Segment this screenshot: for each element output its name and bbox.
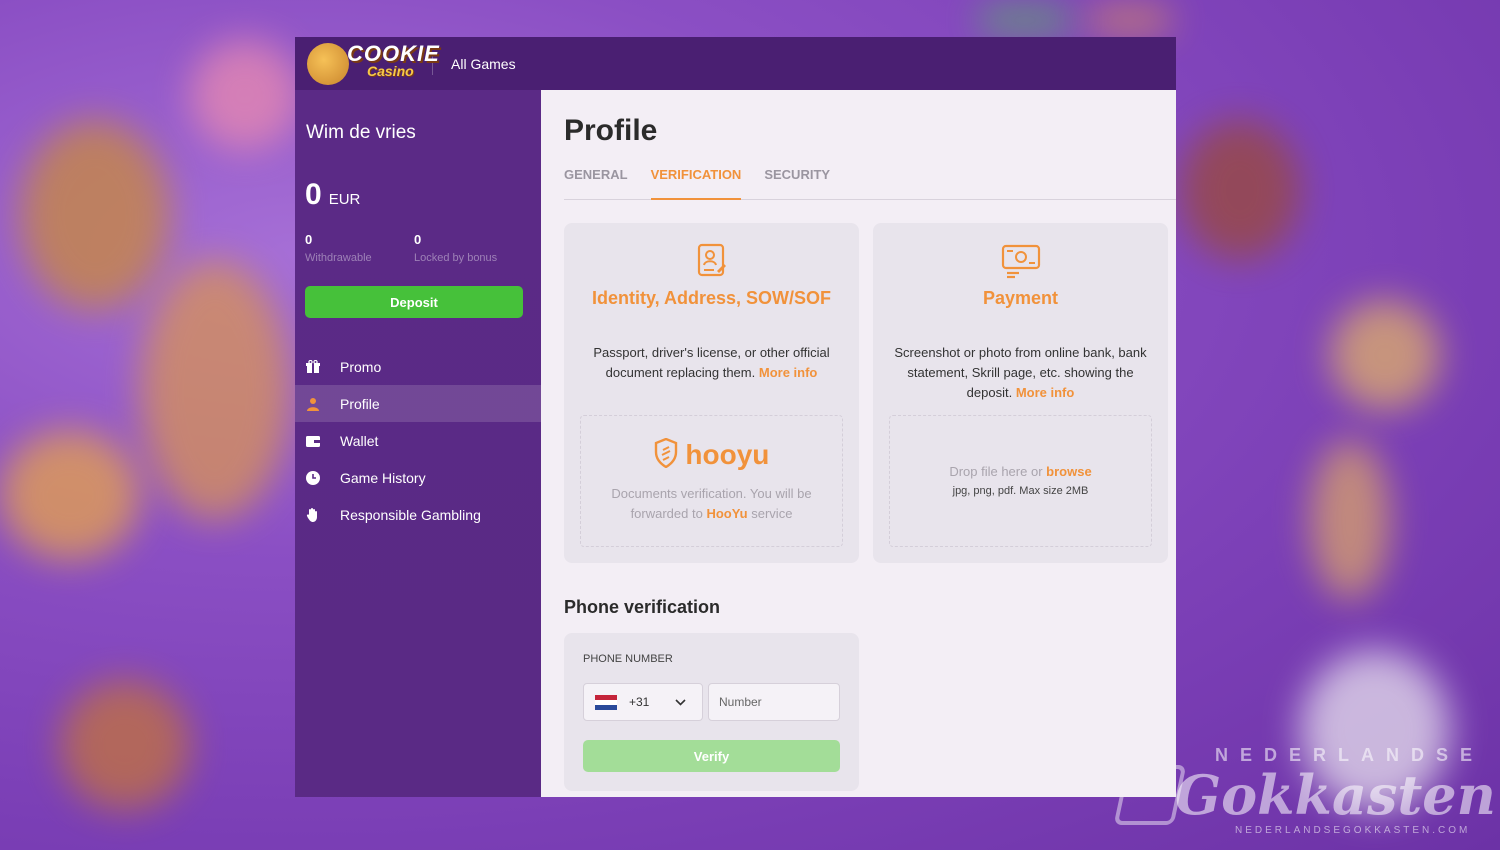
drop-text-label: Drop file here or [949,464,1043,479]
payment-more-info-link[interactable]: More info [1016,385,1075,400]
identity-more-info-link[interactable]: More info [759,365,818,380]
sidebar-item-label: Wallet [340,432,379,449]
tab-general[interactable]: GENERAL [564,167,628,200]
watermark-bottom: NEDERLANDSEGOKKASTEN.COM [1235,825,1471,836]
sidebar-item-promo[interactable]: Promo [295,348,541,385]
user-icon [306,397,320,411]
logo-sub: Casino [367,63,414,79]
hooyu-desc: Documents verification. You will be forw… [591,484,832,524]
phone-number-input[interactable] [708,683,840,721]
phone-verification-title: Phone verification [564,597,721,617]
bg-blur-shape [1180,120,1300,260]
page-title: Profile [564,114,658,147]
sidebar-item-game-history[interactable]: Game History [295,459,541,496]
bg-blur-shape [980,10,1070,30]
sidebar-item-label: Promo [340,358,382,375]
chevron-down-icon [675,695,686,709]
balance: 0 EUR [305,178,360,212]
sidebar-item-label: Profile [340,395,380,412]
bg-blur-shape [1090,10,1170,30]
phone-number-label: PHONE NUMBER [583,653,673,665]
bg-blur-shape [1310,440,1390,600]
main-content: Profile GENERAL VERIFICATION SECURITY Id… [541,90,1176,797]
country-code-select[interactable]: +31 [583,683,703,721]
balance-amount: 0 [305,178,322,211]
drop-text: Drop file here or browse [890,464,1151,479]
file-types-note: jpg, png, pdf. Max size 2MB [952,485,1089,497]
hooyu-link[interactable]: HooYu [706,506,747,521]
bg-blur-shape [60,680,190,810]
user-name: Wim de vries [306,122,416,143]
payment-card-title: Payment [982,288,1059,308]
locked-value: 0 [414,232,422,247]
tab-verification[interactable]: VERIFICATION [650,167,742,200]
deposit-button[interactable]: Deposit [305,286,523,318]
clock-icon [306,470,320,485]
identity-card: Identity, Address, SOW/SOF Passport, dri… [564,223,859,563]
identity-card-title: Identity, Address, SOW/SOF [591,288,832,308]
withdrawable-value: 0 [305,232,313,247]
payment-screen-icon [873,243,1168,284]
logo[interactable]: COOKIE Casino [301,37,439,90]
locked-balance: 0 Locked by bonus [414,232,497,264]
watermark-main: Gokkasten [1175,763,1496,827]
verify-button[interactable]: Verify [583,740,840,772]
wallet-icon [306,434,320,448]
hooyu-desc-2: service [751,506,793,521]
gift-icon [306,359,320,374]
browse-link[interactable]: browse [1046,464,1092,479]
hooyu-shield-icon [654,437,677,469]
app-window: COOKIE Casino All Games Wim de vries 0 E… [295,37,1176,797]
sidebar-item-label: Responsible Gambling [340,506,481,523]
dial-code: +31 [629,695,650,709]
locked-label: Locked by bonus [414,252,498,264]
tabs: GENERAL VERIFICATION SECURITY [564,167,1176,200]
sidebar-item-profile[interactable]: Profile [295,385,541,422]
hooyu-logo-text: hooyu [685,439,770,470]
phone-verification-card: PHONE NUMBER +31 Verify [564,633,859,791]
cookie-mascot-icon [307,43,349,85]
sidebar-item-label: Game History [340,469,426,486]
hooyu-box[interactable]: hooyu Documents verification. You will b… [580,415,843,547]
bg-blur-shape [140,260,290,520]
sidebar-item-responsible-gambling[interactable]: Responsible Gambling [295,496,541,533]
netherlands-flag-icon [595,694,617,710]
payment-card-desc: Screenshot or photo from online bank, ba… [893,343,1148,403]
top-bar: COOKIE Casino All Games [295,37,1176,90]
file-dropzone[interactable]: Drop file here or browse jpg, png, pdf. … [889,415,1152,547]
sidebar-item-wallet[interactable]: Wallet [295,422,541,459]
id-document-icon [564,243,859,284]
hand-icon [306,507,320,522]
hooyu-logo: hooyu [581,437,842,471]
bg-blur-shape [0,430,140,560]
withdrawable-balance: 0 Withdrawable [305,232,372,264]
withdrawable-label: Withdrawable [305,252,372,264]
bg-blur-shape [190,40,300,150]
all-games-link[interactable]: All Games [451,56,516,72]
bg-blur-shape [20,120,170,310]
sidebar-nav: Promo Profile Wallet Game History Respon… [295,348,541,533]
sidebar: Wim de vries 0 EUR 0 Withdrawable 0 Lock… [295,90,541,797]
bg-blur-shape [1330,300,1440,410]
balance-currency: EUR [328,191,361,208]
tab-security[interactable]: SECURITY [764,167,830,200]
payment-card: Payment Screenshot or photo from online … [873,223,1168,563]
identity-card-desc: Passport, driver's license, or other off… [584,343,839,383]
